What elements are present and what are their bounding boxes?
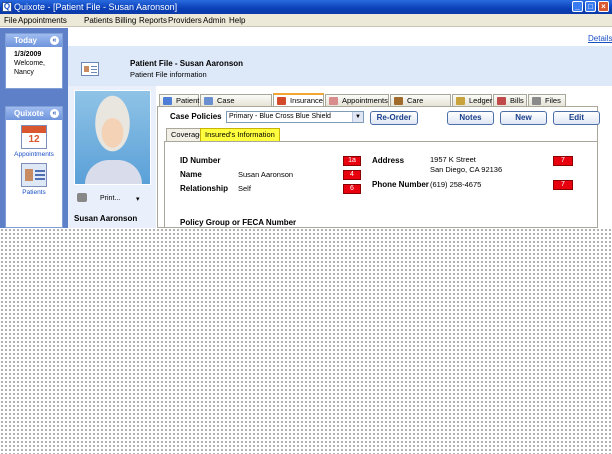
id-number-badge: 1a: [343, 156, 361, 166]
chevron-down-icon[interactable]: ▾: [136, 195, 140, 203]
tab-patient[interactable]: Patient: [159, 94, 199, 106]
app-icon: Q: [2, 2, 12, 12]
ledger-tab-icon: [456, 97, 465, 105]
tab-insurance[interactable]: Insurance: [273, 93, 324, 106]
files-tab-icon: [532, 97, 541, 105]
close-button[interactable]: ×: [598, 1, 609, 12]
today-date: 1/3/2009: [14, 51, 42, 58]
patient-file-icon: [81, 62, 99, 76]
chevron-down-icon[interactable]: ▼: [352, 112, 363, 122]
welcome-text: Welcome,: [14, 60, 45, 67]
tab-label: Files: [545, 96, 561, 105]
page-title: Patient File - Susan Aaronson: [130, 59, 244, 68]
menu-patients[interactable]: Patients: [84, 15, 113, 26]
name-badge: 4: [343, 170, 361, 180]
menu-file[interactable]: File: [4, 15, 17, 26]
menu-help[interactable]: Help: [229, 15, 245, 26]
today-panel-title: Today: [14, 36, 37, 45]
page-subtitle: Patient File information: [130, 70, 207, 79]
subtab-insureds-information[interactable]: Insured's Information: [200, 128, 280, 141]
nav-label-appointments: Appointments: [14, 151, 54, 158]
case-policies-select[interactable]: Primary - Blue Cross Blue Shield ▼: [226, 111, 364, 123]
nav-item-patients[interactable]: Patients: [6, 163, 62, 196]
phone-value: (619) 258-4675: [430, 180, 482, 189]
address-line1: 1957 K Street: [430, 155, 476, 164]
relationship-value: Self: [238, 184, 251, 193]
tab-label: Patient: [176, 96, 200, 105]
tab-appointments[interactable]: Appointments: [325, 94, 389, 106]
reorder-button[interactable]: Re-Order: [370, 111, 418, 125]
notes-button[interactable]: Notes: [447, 111, 494, 125]
quixote-panel-header[interactable]: Quixote «: [6, 107, 62, 120]
policy-group-label: Policy Group or FECA Number: [180, 218, 297, 227]
menu-admin[interactable]: Admin: [203, 15, 226, 26]
relationship-label: Relationship: [180, 184, 229, 193]
tab-files[interactable]: Files: [528, 94, 566, 106]
calendar-icon: 12: [21, 125, 47, 149]
dotted-overlay: [0, 228, 612, 454]
name-value: Susan Aaronson: [238, 170, 294, 179]
name-label: Name: [180, 170, 202, 179]
address-badge: 7: [553, 156, 573, 166]
window-title: Quixote - [Patient File - Susan Aaronson…: [14, 2, 178, 12]
maximize-button[interactable]: □: [585, 1, 596, 12]
tab-label: Bills: [510, 96, 524, 105]
patient-name: Susan Aaronson: [74, 214, 138, 223]
case-policies-label: Case Policies: [170, 112, 222, 121]
top-band: [68, 28, 612, 46]
patient-photo: [74, 90, 151, 185]
menu-reports[interactable]: Reports: [139, 15, 167, 26]
menu-bar: File Appointments Patients Billing Repor…: [0, 14, 612, 27]
today-panel: Today « 1/3/2009 Welcome, Nancy: [5, 33, 63, 89]
nav-item-appointments[interactable]: 12 Appointments: [6, 125, 62, 158]
edit-button[interactable]: Edit: [553, 111, 600, 125]
insurance-tab-icon: [277, 97, 286, 105]
quixote-panel-title: Quixote: [14, 109, 44, 118]
today-panel-header[interactable]: Today «: [6, 34, 62, 47]
care-packages-tab-icon: [394, 97, 403, 105]
printer-icon[interactable]: [77, 193, 87, 202]
title-bar: Q Quixote - [Patient File - Susan Aarons…: [0, 0, 612, 14]
tab-bills[interactable]: Bills: [493, 94, 527, 106]
case-tab-icon: [204, 97, 213, 105]
appointments-tab-icon: [329, 97, 338, 105]
menu-appointments[interactable]: Appointments: [18, 15, 67, 26]
new-button[interactable]: New: [500, 111, 547, 125]
patients-icon: [21, 163, 47, 187]
address-line2: San Diego, CA 92136: [430, 165, 503, 174]
calendar-number: 12: [28, 134, 40, 145]
bills-tab-icon: [497, 97, 506, 105]
phone-label: Phone Number: [372, 180, 429, 189]
id-number-label: ID Number: [180, 156, 221, 165]
details-link[interactable]: Details: [588, 34, 612, 43]
user-name: Nancy: [14, 69, 34, 76]
menu-providers[interactable]: Providers: [168, 15, 202, 26]
address-label: Address: [372, 156, 405, 165]
relationship-badge: 6: [343, 184, 361, 194]
print-button[interactable]: Print...: [100, 195, 120, 202]
tab-case-information[interactable]: Case Information: [200, 94, 272, 116]
tab-care-packages[interactable]: Care Packages: [390, 94, 451, 116]
nav-label-patients: Patients: [22, 189, 46, 196]
tab-label: Ledger: [469, 96, 493, 105]
tab-label: Insurance: [290, 96, 323, 105]
minimize-button[interactable]: _: [572, 1, 583, 12]
tab-label: Appointments: [342, 96, 388, 105]
patient-tab-icon: [163, 97, 172, 105]
phone-badge: 7: [553, 180, 573, 190]
tab-ledger[interactable]: Ledger: [452, 94, 492, 106]
collapse-icon[interactable]: «: [50, 109, 59, 118]
collapse-icon[interactable]: «: [50, 36, 59, 45]
case-policies-value: Primary - Blue Cross Blue Shield: [229, 113, 331, 120]
menu-billing[interactable]: Billing: [115, 15, 136, 26]
quixote-panel: Quixote « 12 Appointments Patients: [5, 106, 63, 228]
